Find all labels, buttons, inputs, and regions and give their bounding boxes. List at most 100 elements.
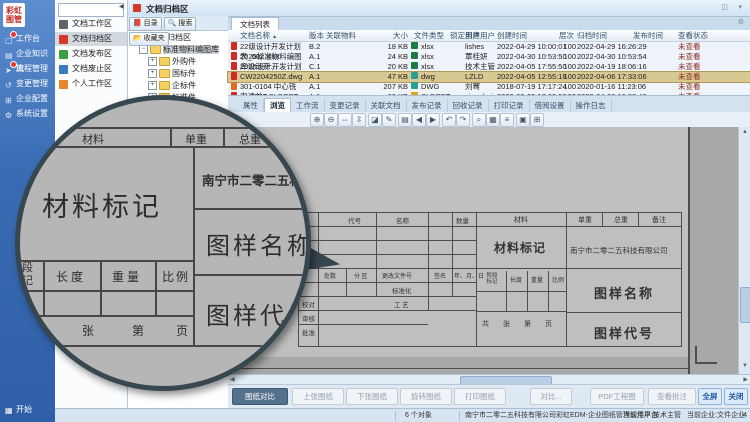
col-publishtime[interactable]: 发布时间 — [633, 30, 663, 41]
tree-node-national-std[interactable]: +国标件 — [148, 68, 196, 79]
sidebar-item-enterprise-config[interactable]: ⊞ 企业配置 — [0, 91, 55, 106]
sidebar-item-workflow[interactable]: ➤ 流程管理 — [0, 61, 55, 76]
fullscreen-button[interactable]: 全屏 — [698, 388, 722, 405]
prev-page-icon[interactable]: ◀ — [412, 113, 426, 127]
tab-document-list[interactable]: 文档列表 — [231, 17, 279, 31]
current-enterprise: 当前企业:文件企业 — [687, 409, 745, 422]
col-createuser[interactable]: 创建用户 — [465, 30, 495, 41]
compare-more-button[interactable]: 对比... — [530, 388, 572, 405]
tree-node-enterprise-std[interactable]: +企标件 — [148, 80, 196, 91]
fullscreen-icon[interactable]: ⊞ — [530, 113, 544, 127]
menu-arrow-icon[interactable]: ▾ — [738, 3, 742, 11]
workspace-item-publish[interactable]: 文档发布区 — [55, 47, 127, 61]
layers-icon[interactable]: ◪ — [368, 113, 382, 127]
document-icon — [231, 72, 237, 80]
table-row-selected[interactable]: CW2204250Z.dwgA.147 KBdwgLZLD2022-04-05 … — [228, 72, 750, 82]
table-row[interactable]: 301-0104 中心铣刀.DWGA.1207 KBDWG刘骞2018-07-1… — [228, 82, 750, 92]
fit-page-icon[interactable]: ⇳ — [352, 113, 366, 127]
col-name[interactable]: 文档名称 — [240, 31, 270, 40]
print-icon[interactable]: ▣ — [516, 113, 530, 127]
mag-drawing-name: 图样名称 — [206, 226, 311, 261]
col-size[interactable]: 大小 — [380, 30, 408, 41]
col-version[interactable]: 版本 — [309, 30, 324, 41]
favorites-button[interactable]: 📂 收藏夹 — [129, 32, 169, 46]
expand-expander-icon[interactable]: + — [148, 57, 157, 66]
archive-window-icon — [133, 4, 141, 12]
tab-change-records[interactable]: 变更记录 — [325, 99, 366, 113]
expand-expander-icon[interactable]: + — [148, 81, 157, 90]
collapse-expander-icon[interactable]: − — [139, 45, 148, 54]
col-material[interactable]: 关联物料 — [326, 30, 356, 41]
mag-material: 材料 — [82, 131, 104, 147]
tab-borrow-settings[interactable]: 借阅设置 — [530, 99, 571, 113]
workspace-item-obsolete[interactable]: 文档废止区 — [55, 62, 127, 76]
col-archivetime[interactable]: 归档时间 — [577, 30, 607, 41]
col-viewstatus[interactable]: 查看状态 — [678, 30, 708, 41]
zoom-out-icon[interactable]: ⊖ — [324, 113, 338, 127]
sidebar-item-knowledge[interactable]: ▤ 企业知识库 — [0, 46, 55, 61]
tree-node-outsourced[interactable]: +外购件 — [148, 56, 196, 67]
tab-related-docs[interactable]: 关联文档 — [366, 99, 407, 113]
tab-recycle-records[interactable]: 回收记录 — [448, 99, 489, 113]
scroll-right-icon[interactable]: ▶ — [743, 376, 748, 383]
notification-badge — [10, 31, 17, 38]
col-filetype[interactable]: 文件类型 — [414, 30, 444, 41]
zoom-in-icon[interactable]: ⊕ — [310, 113, 324, 127]
col-layer[interactable]: 层次 — [556, 30, 574, 41]
redo-icon[interactable]: ↷ — [456, 113, 470, 127]
xlsx-icon — [411, 52, 418, 59]
view-annotation-button[interactable]: 查看批注 — [648, 388, 696, 405]
workspace-item-personal[interactable]: 个人工作区 — [55, 77, 127, 91]
tab-properties[interactable]: 属性 — [238, 99, 264, 113]
pdf-drawing-button[interactable]: PDF工程图 — [590, 388, 644, 405]
scroll-down-icon[interactable]: ▼ — [742, 363, 748, 369]
table-row[interactable]: 22级设计开发计划表_002.xlsxB.218 KBxlsxlishes202… — [228, 42, 750, 52]
start-button[interactable]: ▦ 开始 — [0, 402, 55, 418]
col-createtime[interactable]: 创建时间 — [497, 30, 527, 41]
list-settings-icon[interactable]: ⚙ — [738, 18, 744, 26]
fit-width-icon[interactable]: ⇔ — [338, 113, 352, 127]
workspace-search-input[interactable] — [58, 3, 124, 17]
compare-drawing-button[interactable]: 图纸对比 — [232, 388, 288, 405]
tab-operation-log[interactable]: 操作日志 — [571, 99, 612, 113]
mag-length: 长度 — [56, 268, 86, 285]
sidebar-item-system-settings[interactable]: ⚙ 系统设置 — [0, 106, 55, 121]
vertical-scroll-thumb[interactable] — [740, 287, 750, 323]
pin-icon[interactable]: ◫ — [721, 3, 728, 11]
measure-icon[interactable]: ≡ — [500, 113, 514, 127]
catalog-button[interactable]: 📕 目录 — [129, 17, 162, 31]
table-row[interactable]: 2025标准物料编图库设计开…A.124 KBxlsx覃桂妍2022-04-30… — [228, 52, 750, 62]
annotate-icon[interactable]: ✎ — [382, 113, 396, 127]
vertical-scrollbar[interactable]: ▲ ▼ — [738, 127, 750, 374]
collapse-icon[interactable]: ◀ — [119, 3, 124, 10]
workspace-item-archive[interactable]: 文档归档区 — [55, 32, 127, 46]
tab-workflow[interactable]: 工作流 — [291, 99, 325, 113]
sidebar-item-workbench[interactable]: ▢ 工作台 — [0, 31, 55, 46]
table-row[interactable]: 2025设计开发计划表_000001…C.120 KBxlsx技术主管2022-… — [228, 62, 750, 72]
tab-publish-records[interactable]: 发布记录 — [407, 99, 448, 113]
print-drawing-button[interactable]: 打印图纸 — [454, 388, 506, 405]
list-view-icon[interactable]: ▤ — [398, 113, 412, 127]
tb-material-mark: 材料标记 — [494, 239, 546, 256]
prev-drawing-button[interactable]: 上张图纸 — [292, 388, 344, 405]
tab-print-records[interactable]: 打印记录 — [489, 99, 530, 113]
personal-area-icon — [59, 80, 68, 89]
tab-preview[interactable]: 浏览 — [264, 98, 291, 113]
folder-icon — [150, 45, 161, 54]
rotate-drawing-button[interactable]: 旋转图纸 — [400, 388, 452, 405]
next-drawing-button[interactable]: 下张图纸 — [346, 388, 398, 405]
gear-icon: ⚙ — [5, 108, 12, 123]
magnifier-tool-icon[interactable]: ⌕ — [472, 113, 486, 127]
search-button[interactable]: 🔍 搜索 — [164, 17, 197, 31]
workspace-item-working[interactable]: 文档工作区 — [55, 17, 127, 31]
sidebar-item-change[interactable]: ↺ 变更管理 — [0, 76, 55, 91]
close-button[interactable]: 关闭 — [724, 388, 748, 405]
folder-icon — [159, 57, 170, 66]
scroll-left-icon[interactable]: ◀ — [230, 376, 235, 383]
scroll-up-icon[interactable]: ▲ — [742, 129, 748, 135]
document-icon — [231, 42, 237, 50]
expand-expander-icon[interactable]: + — [148, 69, 157, 78]
grid-icon[interactable]: ▦ — [486, 113, 500, 127]
undo-icon[interactable]: ↶ — [442, 113, 456, 127]
next-page-icon[interactable]: ▶ — [426, 113, 440, 127]
